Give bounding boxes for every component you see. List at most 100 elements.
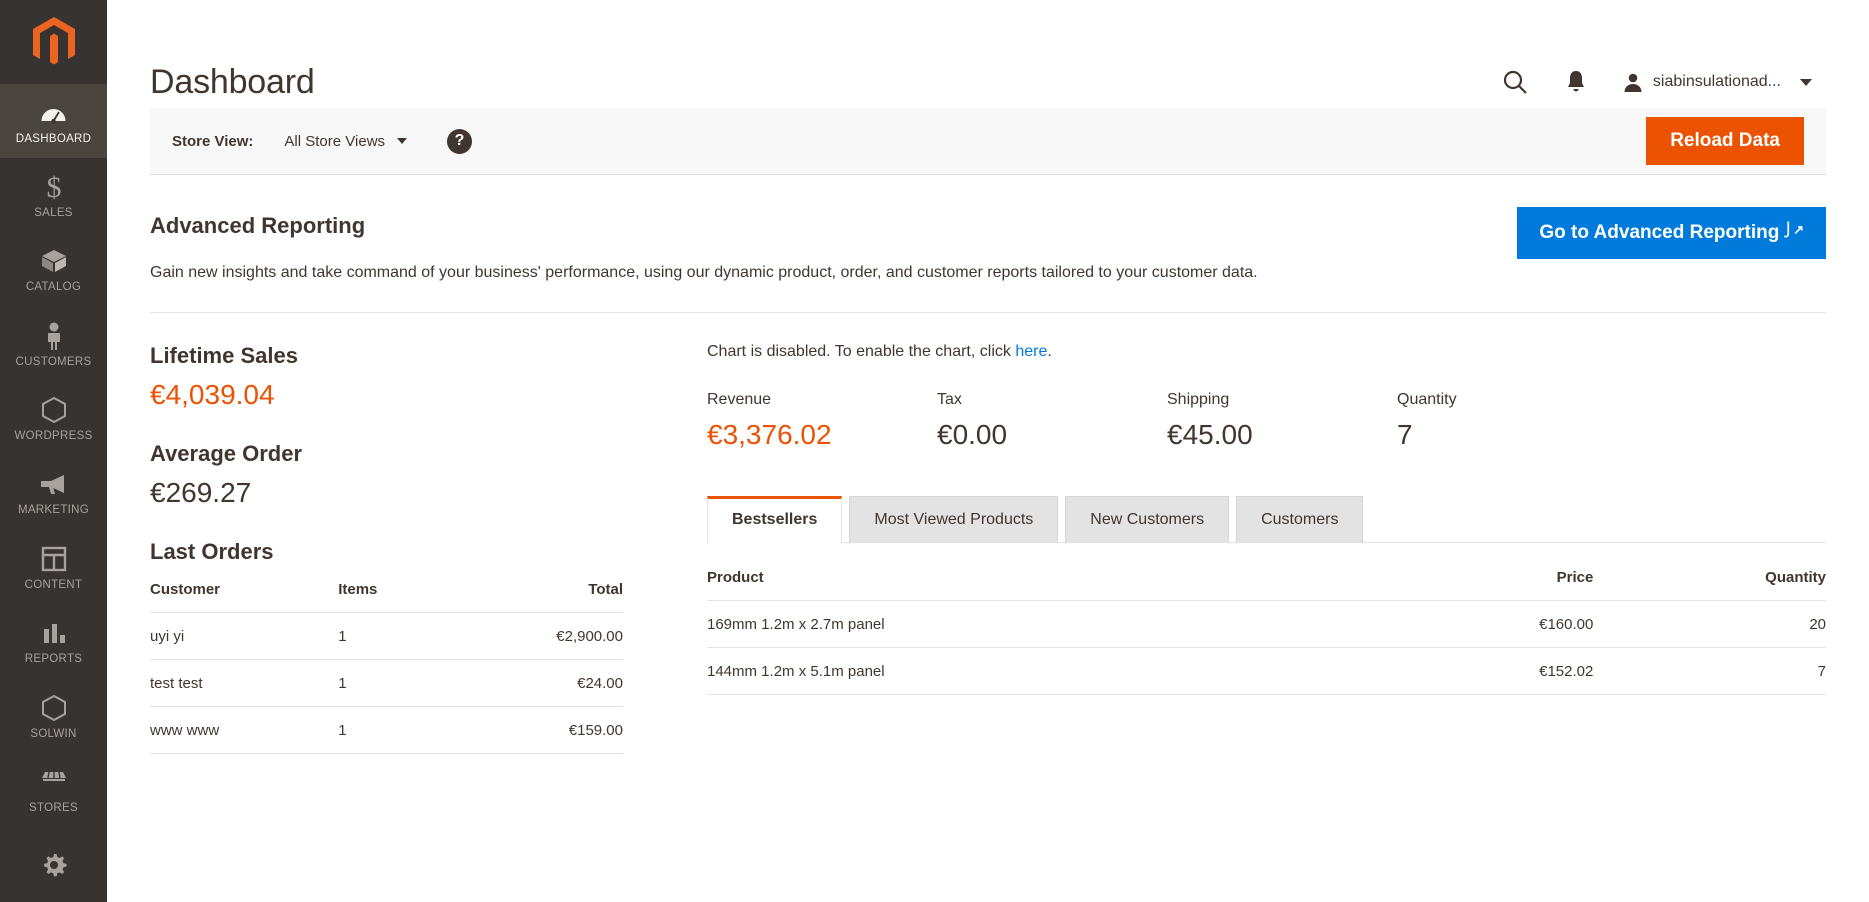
person-icon	[39, 321, 69, 351]
go-to-advanced-reporting-label: Go to Advanced Reporting	[1539, 222, 1780, 243]
sidebar-item-stores[interactable]: STORES	[0, 753, 107, 827]
cell-customer: www www	[150, 706, 339, 754]
page-title: Dashboard	[150, 62, 315, 101]
cell-product: 169mm 1.2m x 2.7m panel	[707, 600, 1386, 648]
last-orders-title: Last Orders	[150, 538, 274, 564]
sidebar-label-wordpress: WORDPRESS	[14, 430, 93, 443]
sidebar-item-content[interactable]: CONTENT	[0, 530, 107, 604]
sidebar-label-reports: REPORTS	[24, 653, 83, 666]
store-view-value: All Store Views	[284, 132, 386, 150]
cell-customer: uyi yi	[150, 612, 339, 660]
chart-disabled-message: Chart is disabled. To enable the chart, …	[707, 343, 1826, 361]
main-content: Dashboard siabinsulationad... Store View…	[107, 0, 1869, 902]
store-view-select[interactable]: All Store Views	[284, 132, 408, 150]
advanced-reporting-section: Advanced Reporting Gain new insights and…	[150, 175, 1826, 313]
main-sidebar: DASHBOARD $ SALES CATALOG CUSTOMERS WORD…	[0, 0, 107, 902]
header-actions: siabinsulationad...	[1500, 67, 1826, 97]
bestsellers-panel: Product Price Quantity 169mm 1.2m x 2.7m…	[707, 543, 1826, 695]
table-row[interactable]: 144mm 1.2m x 5.1m panel €152.02 7	[707, 647, 1826, 695]
reload-data-button[interactable]: Reload Data	[1646, 117, 1804, 165]
external-link-icon: ⎭↗	[1783, 222, 1804, 237]
table-row[interactable]: test test 1 €24.00	[150, 659, 623, 707]
magento-logo-icon	[32, 16, 75, 65]
tab-most-viewed-products[interactable]: Most Viewed Products	[849, 495, 1059, 543]
bell-icon[interactable]	[1561, 67, 1591, 97]
hexagon-icon	[39, 395, 69, 425]
admin-user-menu[interactable]: siabinsulationad...	[1622, 71, 1812, 93]
stat-label: Tax	[937, 390, 962, 408]
tab-new-customers[interactable]: New Customers	[1065, 495, 1230, 543]
sidebar-label-dashboard: DASHBOARD	[15, 132, 92, 145]
cell-total: €159.00	[443, 706, 623, 754]
storefront-icon	[39, 767, 69, 797]
col-product: Product	[707, 568, 1386, 601]
hexagon-icon	[39, 693, 69, 723]
stat-quantity: Quantity 7	[1397, 391, 1627, 451]
dashboard-columns: Lifetime Sales €4,039.04 Average Order €…	[150, 313, 1826, 754]
bar-chart-icon	[39, 618, 69, 648]
cell-price: €152.02	[1386, 647, 1594, 695]
table-row[interactable]: 169mm 1.2m x 2.7m panel €160.00 20	[707, 600, 1826, 648]
box-icon	[39, 246, 69, 276]
sidebar-label-catalog: CATALOG	[25, 281, 82, 294]
sidebar-label-marketing: MARKETING	[17, 504, 90, 517]
bestsellers-table: Product Price Quantity 169mm 1.2m x 2.7m…	[707, 568, 1826, 695]
sidebar-item-catalog[interactable]: CATALOG	[0, 233, 107, 307]
average-order-title: Average Order	[150, 440, 303, 466]
store-view-group: Store View: All Store Views ?	[172, 128, 473, 154]
stat-label: Shipping	[1167, 390, 1230, 408]
cell-price: €160.00	[1386, 600, 1594, 648]
sidebar-label-stores: STORES	[29, 801, 78, 814]
table-header-row: Product Price Quantity	[707, 568, 1826, 601]
advanced-reporting-description: Gain new insights and take command of yo…	[150, 264, 1258, 281]
cell-items: 1	[338, 612, 444, 660]
stat-value: €0.00	[937, 418, 1008, 450]
sidebar-item-solwin[interactable]: SOLWIN	[0, 679, 107, 753]
cell-quantity: 7	[1593, 647, 1826, 695]
average-order-block: Average Order €269.27	[150, 441, 623, 509]
chart-message-suffix: .	[1047, 342, 1052, 360]
cell-items: 1	[338, 706, 444, 754]
gauge-icon	[39, 98, 69, 128]
sidebar-item-sales[interactable]: $ SALES	[0, 158, 107, 232]
sidebar-item-marketing[interactable]: MARKETING	[0, 456, 107, 530]
stat-shipping: Shipping €45.00	[1167, 391, 1397, 451]
question-mark-icon[interactable]: ?	[447, 128, 473, 154]
table-row[interactable]: www www 1 €159.00	[150, 706, 623, 754]
cell-total: €24.00	[443, 659, 623, 707]
chevron-down-icon	[1800, 78, 1812, 86]
admin-username: siabinsulationad...	[1652, 73, 1781, 90]
sidebar-label-customers: CUSTOMERS	[15, 355, 92, 368]
cell-total: €2,900.00	[443, 612, 623, 660]
dollar-icon: $	[39, 172, 69, 202]
average-order-value: €269.27	[150, 476, 252, 508]
page-header: Dashboard siabinsulationad...	[107, 0, 1869, 108]
tab-customers[interactable]: Customers	[1236, 495, 1364, 543]
magento-logo[interactable]	[0, 0, 107, 84]
col-price: Price	[1386, 568, 1594, 601]
sidebar-item-customers[interactable]: CUSTOMERS	[0, 307, 107, 381]
sidebar-item-system[interactable]	[0, 828, 107, 902]
table-header-row: Customer Items Total	[150, 580, 623, 613]
sidebar-label-sales: SALES	[34, 206, 73, 219]
cell-product: 144mm 1.2m x 5.1m panel	[707, 647, 1386, 695]
table-row[interactable]: uyi yi 1 €2,900.00	[150, 612, 623, 660]
admin-app: DASHBOARD $ SALES CATALOG CUSTOMERS WORD…	[0, 0, 1869, 902]
sidebar-item-reports[interactable]: REPORTS	[0, 605, 107, 679]
enable-chart-link[interactable]: here	[1015, 343, 1047, 360]
stat-value: €45.00	[1167, 418, 1253, 450]
advanced-reporting-title: Advanced Reporting	[150, 213, 366, 238]
tab-bestsellers[interactable]: Bestsellers	[707, 495, 843, 543]
stat-label: Quantity	[1397, 390, 1457, 408]
go-to-advanced-reporting-button[interactable]: Go to Advanced Reporting ⎭↗	[1517, 207, 1826, 259]
stat-tax: Tax €0.00	[937, 391, 1167, 451]
sidebar-item-dashboard[interactable]: DASHBOARD	[0, 83, 107, 159]
svg-text:$: $	[46, 172, 61, 202]
search-icon[interactable]	[1500, 67, 1530, 97]
summary-stats-row: Revenue €3,376.02 Tax €0.00 Shipping €45…	[707, 391, 1826, 451]
cell-items: 1	[338, 659, 444, 707]
lifetime-sales-value: €4,039.04	[150, 378, 275, 410]
stat-value: 7	[1397, 418, 1413, 450]
stat-revenue: Revenue €3,376.02	[707, 391, 937, 451]
sidebar-item-wordpress[interactable]: WORDPRESS	[0, 381, 107, 455]
